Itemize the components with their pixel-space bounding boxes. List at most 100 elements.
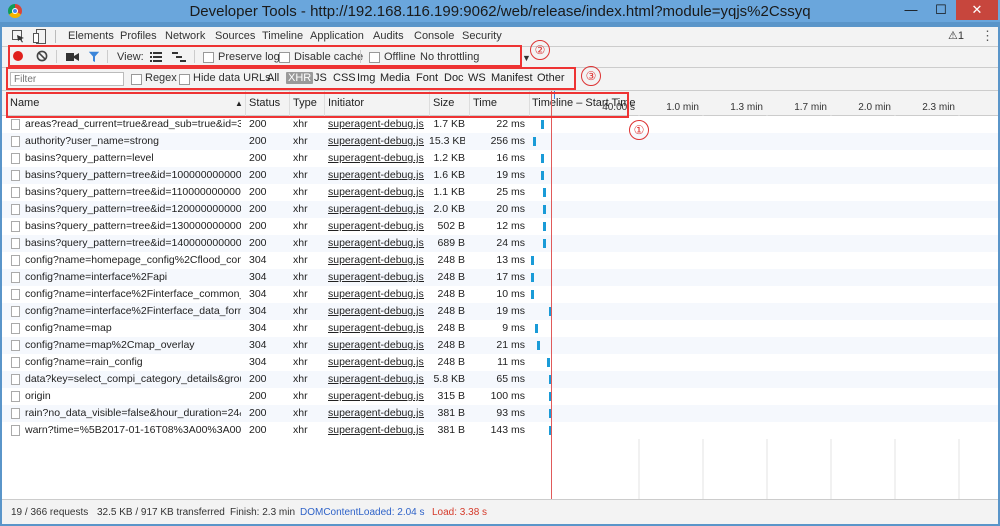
request-name[interactable]: authority?user_name=strong	[25, 135, 241, 147]
more-menu-icon[interactable]: ⋮	[981, 28, 994, 44]
table-row[interactable]: basins?query_pattern=tree&id=10000000000…	[2, 167, 998, 184]
tab-elements[interactable]: Elements	[68, 30, 114, 42]
request-initiator-link[interactable]: superagent-debug.js...	[328, 169, 424, 181]
waterfall-bar	[537, 341, 540, 350]
request-name[interactable]: basins?query_pattern=tree&id=14000000000…	[25, 237, 241, 249]
request-name[interactable]: config?name=homepage_config%2Cflood_cont…	[25, 254, 241, 266]
request-initiator-link[interactable]: superagent-debug.js...	[328, 135, 424, 147]
warning-count-badge[interactable]: ⚠1	[948, 29, 964, 42]
table-row[interactable]: config?name=rain_config 304 xhr superagent-…	[2, 354, 998, 371]
network-request-table: Name ▲ Status Type Initiator Size Time T…	[2, 91, 998, 499]
file-icon	[11, 323, 20, 334]
tab-sources[interactable]: Sources	[215, 30, 255, 42]
inspect-element-icon[interactable]	[12, 30, 25, 43]
request-initiator-link[interactable]: superagent-debug.js...	[328, 305, 424, 317]
request-time: 22 ms	[496, 118, 525, 130]
request-initiator-link[interactable]: superagent-debug.js...	[328, 220, 424, 232]
request-name[interactable]: areas?read_current=true&read_sub=true&id…	[25, 118, 241, 130]
table-row[interactable]: authority?user_name=strong 200 xhr superage…	[2, 133, 998, 150]
file-icon	[11, 408, 20, 419]
tab-timeline[interactable]: Timeline	[262, 30, 303, 42]
chevron-down-icon[interactable]: ▼	[522, 53, 531, 63]
table-row[interactable]: config?name=interface%2Fapi 304 xhr superag…	[2, 269, 998, 286]
request-initiator-link[interactable]: superagent-debug.js...	[328, 407, 424, 419]
table-row[interactable]: basins?query_pattern=tree&id=11000000000…	[2, 184, 998, 201]
request-initiator-link[interactable]: superagent-debug.js...	[328, 271, 424, 283]
request-time: 65 ms	[496, 373, 525, 385]
table-row[interactable]: config?name=map%2Cmap_overlay 304 xhr super…	[2, 337, 998, 354]
request-name[interactable]: basins?query_pattern=tree&id=12000000000…	[25, 203, 241, 215]
table-row[interactable]: origin 200 xhr superagent-debug.js... 315 B 1…	[2, 388, 998, 405]
table-row[interactable]: config?name=homepage_config%2Cflood_cont…	[2, 252, 998, 269]
request-status: 200	[249, 135, 267, 147]
close-icon[interactable]: ✕	[956, 0, 998, 20]
request-status: 200	[249, 186, 267, 198]
request-initiator-link[interactable]: superagent-debug.js...	[328, 118, 424, 130]
waterfall-bar	[535, 324, 538, 333]
tab-application[interactable]: Application	[310, 30, 364, 42]
request-initiator-link[interactable]: superagent-debug.js...	[328, 356, 424, 368]
table-row[interactable]: basins?query_pattern=tree&id=13000000000…	[2, 218, 998, 235]
request-name[interactable]: config?name=map	[25, 322, 241, 334]
request-initiator-link[interactable]: superagent-debug.js...	[328, 339, 424, 351]
request-status: 200	[249, 152, 267, 164]
waterfall-bar	[543, 222, 546, 231]
tab-console[interactable]: Console	[414, 30, 454, 42]
request-name[interactable]: config?name=interface%2Fapi	[25, 271, 241, 283]
request-initiator-link[interactable]: superagent-debug.js...	[328, 152, 424, 164]
request-type: xhr	[293, 254, 308, 266]
request-size: 248 B	[437, 288, 465, 300]
device-mode-icon[interactable]	[33, 29, 46, 44]
table-row[interactable]: data?key=select_compi_category_details&g…	[2, 371, 998, 388]
request-name[interactable]: config?name=interface%2Finterface_data_f…	[25, 305, 241, 317]
minimize-icon[interactable]: —	[896, 0, 926, 20]
table-row[interactable]: rain?no_data_visible=false&hour_duration…	[2, 405, 998, 422]
request-name[interactable]: data?key=select_compi_category_details&g…	[25, 373, 241, 385]
file-icon	[11, 221, 20, 232]
request-initiator-link[interactable]: superagent-debug.js...	[328, 237, 424, 249]
request-initiator-link[interactable]: superagent-debug.js...	[328, 322, 424, 334]
request-name[interactable]: basins?query_pattern=tree&id=11000000000…	[25, 186, 241, 198]
table-row[interactable]: config?name=interface%2Finterface_data_f…	[2, 303, 998, 320]
request-initiator-link[interactable]: superagent-debug.js...	[328, 288, 424, 300]
request-initiator-link[interactable]: superagent-debug.js...	[328, 390, 424, 402]
tab-profiles[interactable]: Profiles	[120, 30, 157, 42]
table-row[interactable]: basins?query_pattern=level 200 xhr superage…	[2, 150, 998, 167]
request-initiator-link[interactable]: superagent-debug.js...	[328, 186, 424, 198]
request-name[interactable]: origin	[25, 390, 241, 402]
tab-audits[interactable]: Audits	[373, 30, 404, 42]
request-status: 304	[249, 254, 267, 266]
request-name[interactable]: config?name=rain_config	[25, 356, 241, 368]
request-name[interactable]: basins?query_pattern=tree&id=10000000000…	[25, 169, 241, 181]
request-initiator-link[interactable]: superagent-debug.js...	[328, 203, 424, 215]
request-initiator-link[interactable]: superagent-debug.js...	[328, 373, 424, 385]
maximize-icon[interactable]: ☐	[926, 0, 956, 20]
request-name[interactable]: basins?query_pattern=tree&id=13000000000…	[25, 220, 241, 232]
table-row[interactable]: basins?query_pattern=tree&id=12000000000…	[2, 201, 998, 218]
request-time: 24 ms	[496, 237, 525, 249]
request-name[interactable]: warn?time=%5B2017-01-16T08%3A00%3A00%2..…	[25, 424, 241, 436]
request-count: 19 / 366 requests	[11, 507, 89, 518]
request-name[interactable]: config?name=interface%2Finterface_common…	[25, 288, 241, 300]
waterfall-bar	[543, 205, 546, 214]
request-name[interactable]: basins?query_pattern=level	[25, 152, 241, 164]
table-row[interactable]: config?name=map 304 xhr superagent-debug.js…	[2, 320, 998, 337]
table-row[interactable]: basins?query_pattern=tree&id=14000000000…	[2, 235, 998, 252]
request-size: 15.3 KB	[429, 135, 465, 147]
tab-network[interactable]: Network	[165, 30, 205, 42]
tab-security[interactable]: Security	[462, 30, 502, 42]
request-initiator-link[interactable]: superagent-debug.js...	[328, 254, 424, 266]
window-title: Developer Tools - http://192.168.116.199…	[189, 3, 811, 20]
request-name[interactable]: config?name=map%2Cmap_overlay	[25, 339, 241, 351]
request-name[interactable]: rain?no_data_visible=false&hour_duration…	[25, 407, 241, 419]
file-icon	[11, 340, 20, 351]
request-initiator-link[interactable]: superagent-debug.js...	[328, 424, 424, 436]
file-icon	[11, 374, 20, 385]
file-icon	[11, 272, 20, 283]
table-row[interactable]: warn?time=%5B2017-01-16T08%3A00%3A00%2..…	[2, 422, 998, 439]
request-time: 16 ms	[496, 152, 525, 164]
request-type: xhr	[293, 271, 308, 283]
table-row[interactable]: areas?read_current=true&read_sub=true&id…	[2, 116, 998, 133]
table-row[interactable]: config?name=interface%2Finterface_common…	[2, 286, 998, 303]
request-type: xhr	[293, 237, 308, 249]
